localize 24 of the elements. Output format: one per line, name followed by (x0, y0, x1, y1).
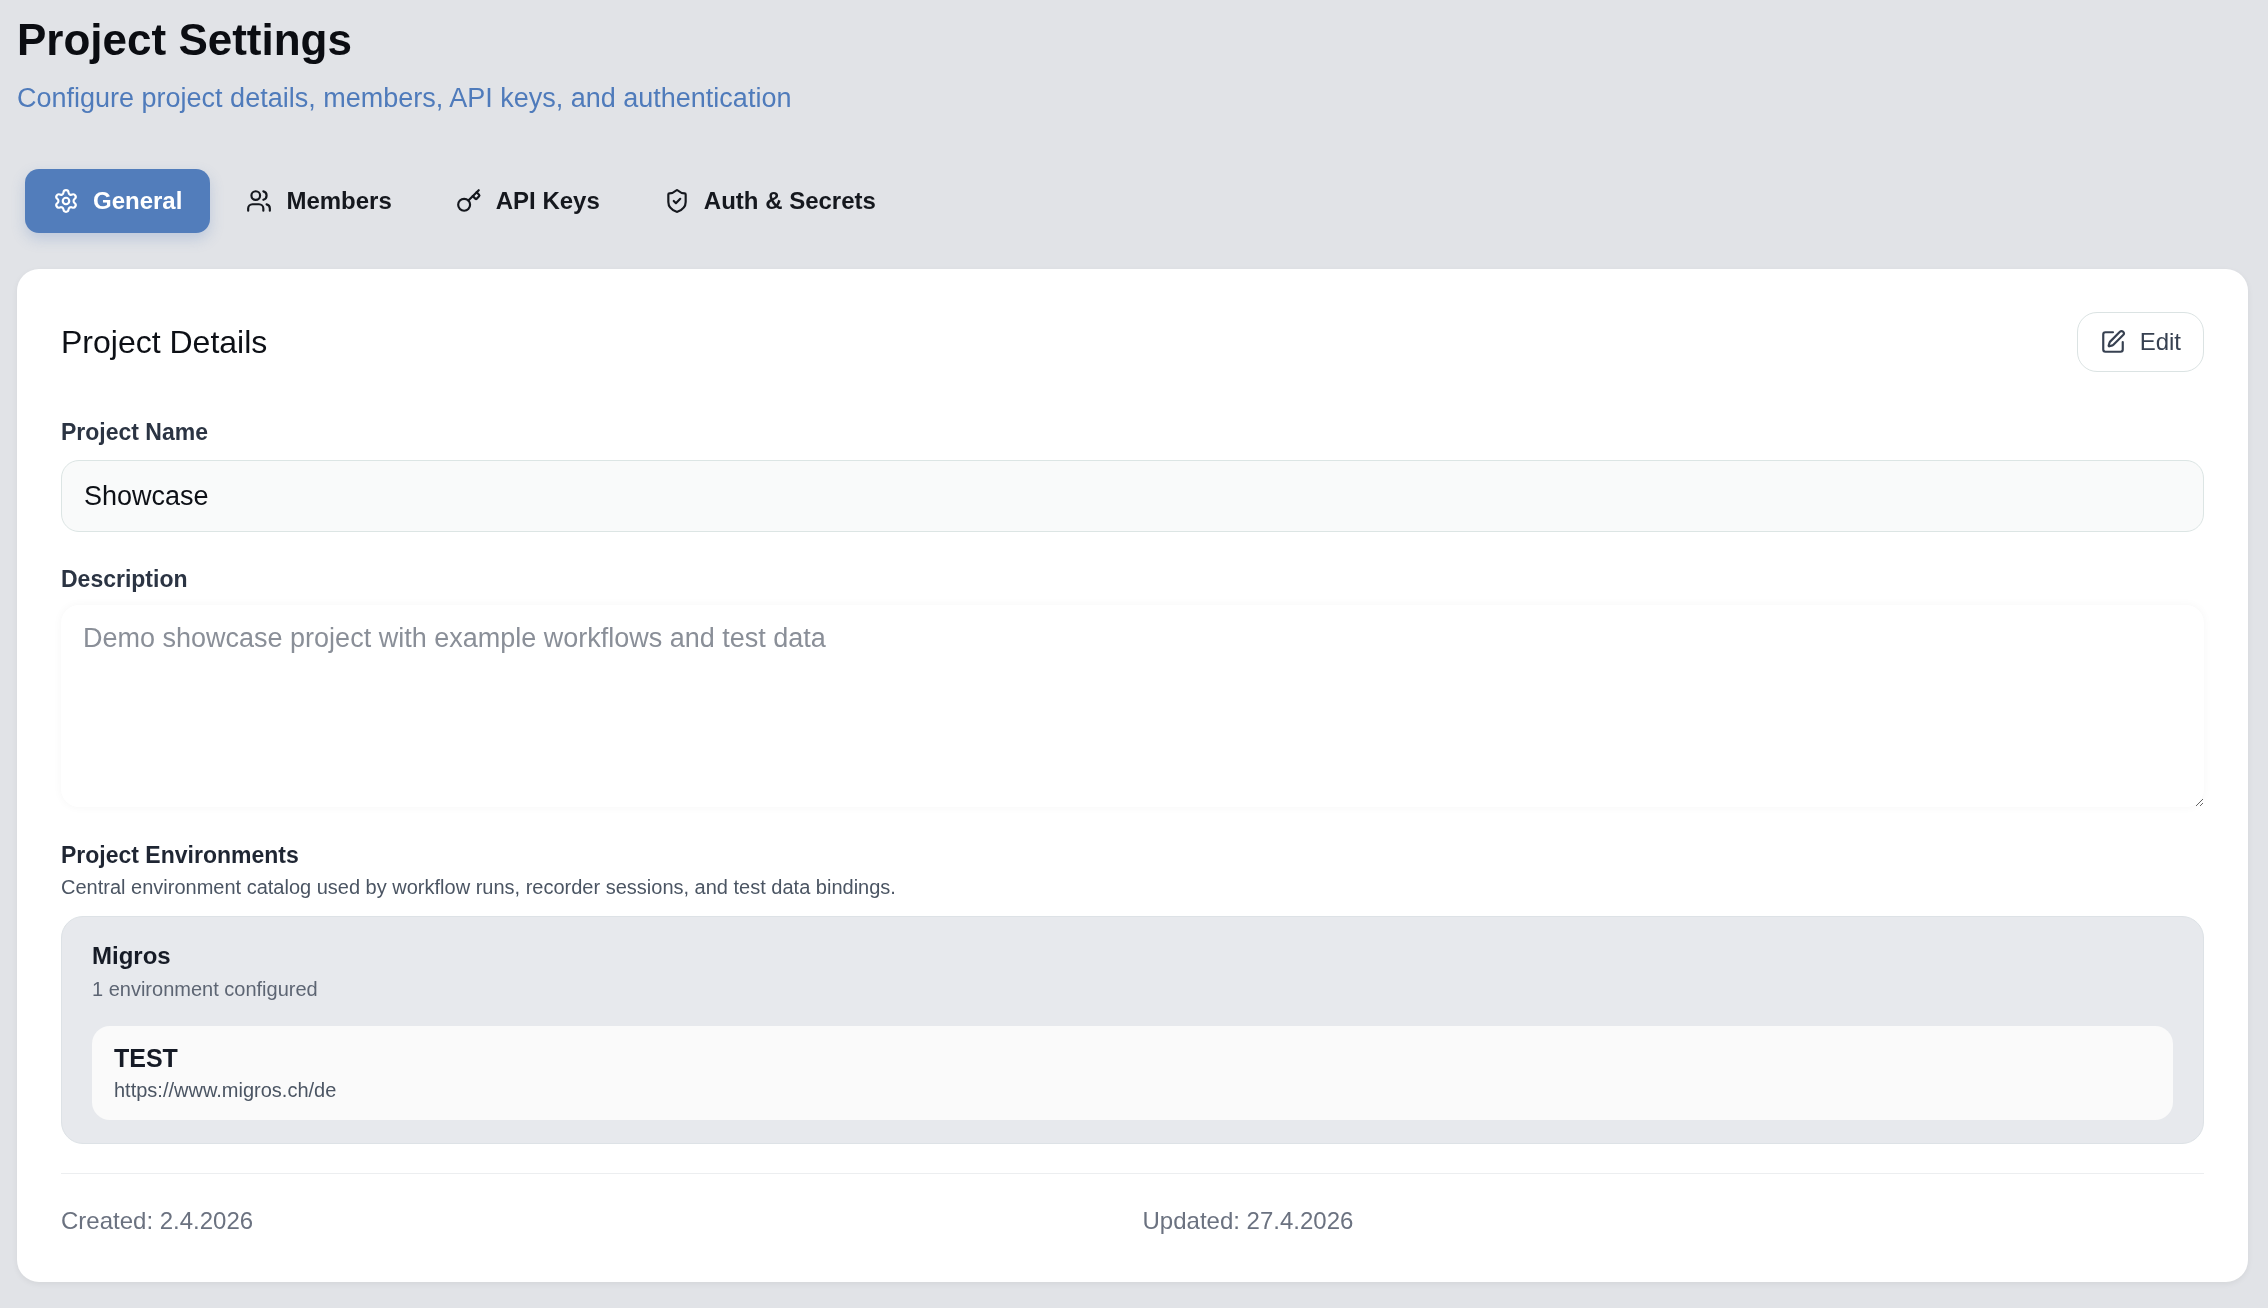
field-label: Description (61, 565, 188, 594)
project-name-field[interactable]: Showcase (61, 460, 2204, 532)
field-label: Project Name (61, 418, 208, 447)
page-title: Project Settings (17, 14, 352, 66)
section-description: Central environment catalog used by workflow runs, recorder sessions, and test data bindings. (61, 875, 896, 900)
environment-name: TEST (114, 1044, 178, 1072)
tab[interactable]: API Keys (427, 169, 628, 233)
card-title: Project Details (61, 323, 268, 362)
environment-url: https://www.migros.ch/de (114, 1078, 337, 1102)
edit-button[interactable]: Edit (2076, 312, 2204, 372)
created-date: Created: 2.4.2026 (61, 1206, 254, 1236)
tab[interactable]: General (25, 169, 211, 233)
environment-count: 1 environment configured (92, 977, 318, 1002)
updated-date: Updated: 27.4.2026 (1142, 1206, 1354, 1236)
section-title: Project Environments (61, 841, 299, 870)
gear-icon (53, 188, 79, 214)
description-field[interactable]: Demo showcase project with example workflows and test data (61, 605, 2204, 807)
group-name: Migros (92, 942, 171, 970)
page-subtitle: Configure project details, members, API keys, and authentication (17, 82, 792, 115)
edit-icon (2099, 329, 2126, 355)
tab[interactable]: Members (218, 169, 420, 233)
tab[interactable]: Auth & Secrets (635, 169, 904, 233)
key-icon (455, 188, 482, 214)
people-icon (246, 188, 273, 214)
